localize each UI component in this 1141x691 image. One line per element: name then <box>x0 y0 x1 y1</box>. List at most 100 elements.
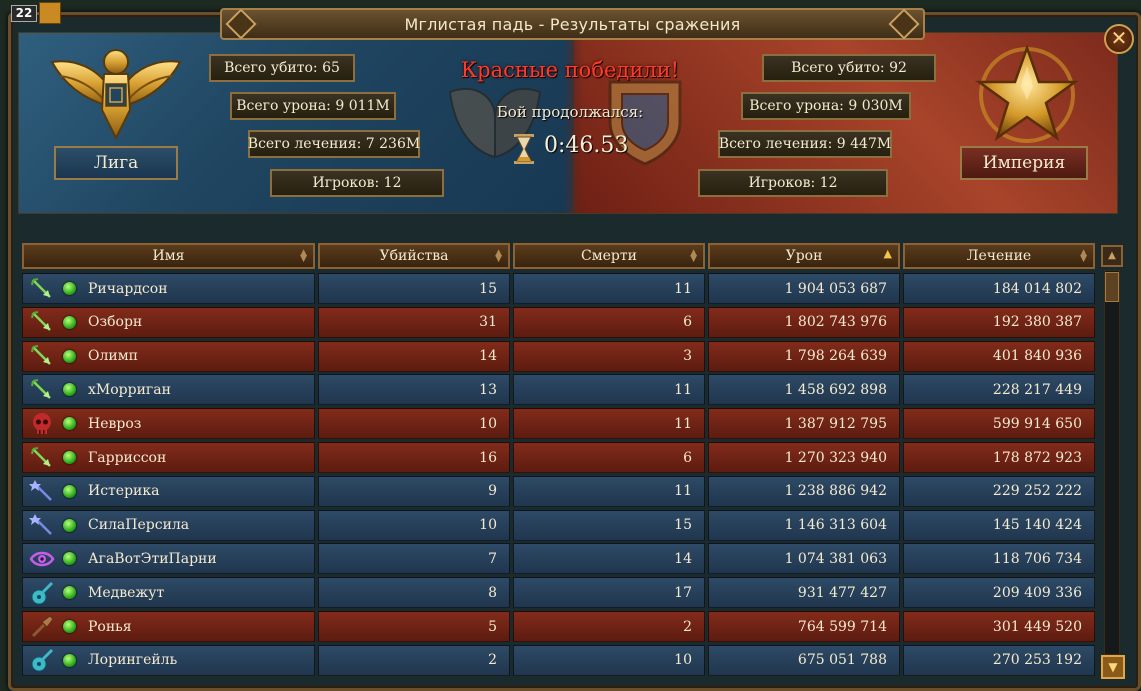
value-healing: 178 872 923 <box>992 449 1082 466</box>
cell-name: Олимп <box>22 340 315 372</box>
column-header-kills[interactable]: Убийства ▲ ▼ <box>318 243 510 269</box>
player-name: Гарриссон <box>88 449 167 466</box>
online-status-icon <box>63 349 76 363</box>
table-row[interactable]: Медвежут 8 17 931 477 427 209 409 336 <box>18 576 1098 609</box>
cell-healing: 229 252 222 <box>903 475 1095 507</box>
warrior-club-icon <box>29 614 55 640</box>
necromancer-skull-icon <box>29 411 55 437</box>
window-title-bar[interactable]: Мглистая падь - Результаты сражения <box>220 8 925 40</box>
value-kills: 7 <box>488 550 497 567</box>
cell-deaths: 2 <box>513 611 705 642</box>
cell-healing: 178 872 923 <box>903 442 1095 473</box>
cell-deaths: 11 <box>513 408 705 440</box>
league-name-plate: Лига <box>54 146 178 180</box>
table-row[interactable]: Гарриссон 16 6 1 270 323 940 178 872 923 <box>18 441 1098 474</box>
player-name: Лорингейль <box>88 652 178 669</box>
player-name: Ричардсон <box>88 280 168 297</box>
value-deaths: 11 <box>674 381 692 398</box>
column-header-damage[interactable]: Урон ▲ <box>708 243 900 269</box>
cell-deaths: 10 <box>513 644 705 676</box>
battle-duration-value: 0:46.53 <box>544 133 629 158</box>
archer-arrow-icon <box>29 445 55 471</box>
value-kills: 9 <box>488 483 497 500</box>
cell-kills: 10 <box>318 509 510 541</box>
cell-kills: 15 <box>318 273 510 304</box>
league-total-healing: Всего лечения: 7 236M <box>248 130 420 158</box>
player-name: СилаПерсила <box>88 517 190 534</box>
value-healing: 270 253 192 <box>992 652 1082 669</box>
value-kills: 8 <box>488 584 497 601</box>
table-row[interactable]: АгаВотЭтиПарни 7 14 1 074 381 063 118 706 73… <box>18 542 1098 575</box>
value-deaths: 15 <box>674 517 692 534</box>
column-header-name[interactable]: Имя ▲ ▼ <box>22 243 315 269</box>
player-avatar[interactable] <box>39 2 61 24</box>
value-healing: 192 380 387 <box>992 314 1082 331</box>
player-name: Ронья <box>88 618 132 635</box>
bard-lute-icon <box>29 647 55 673</box>
scroll-up-button[interactable]: ▲ <box>1101 245 1123 267</box>
player-name: Олимп <box>88 348 138 365</box>
value-healing: 145 140 424 <box>992 517 1082 534</box>
cell-deaths: 15 <box>513 509 705 541</box>
value-deaths: 6 <box>683 314 692 331</box>
table-row[interactable]: Истерика 9 11 1 238 886 942 229 252 222 <box>18 475 1098 508</box>
cell-name: Невроз <box>22 408 315 440</box>
scrollbar-thumb[interactable] <box>1105 272 1119 302</box>
table-row[interactable]: СилаПерсила 10 15 1 146 313 604 145 140 424 <box>18 509 1098 542</box>
league-players-count: Игроков: 12 <box>270 169 444 197</box>
value-deaths: 11 <box>674 483 692 500</box>
value-kills: 31 <box>479 314 497 331</box>
cell-kills: 7 <box>318 543 510 575</box>
cell-damage: 764 599 714 <box>708 611 900 642</box>
cell-healing: 118 706 734 <box>903 543 1095 575</box>
archer-arrow-icon <box>29 377 55 403</box>
cell-name: Гарриссон <box>22 442 315 473</box>
online-status-icon <box>63 451 76 464</box>
value-damage: 1 238 886 942 <box>784 483 887 500</box>
scrollbar-track[interactable] <box>1104 270 1120 655</box>
value-healing: 118 706 734 <box>992 550 1082 567</box>
table-row[interactable]: Ричардсон 15 11 1 904 053 687 184 014 802 <box>18 272 1098 305</box>
value-deaths: 17 <box>674 584 692 601</box>
cell-name: Истерика <box>22 475 315 507</box>
value-deaths: 3 <box>683 348 692 365</box>
table-row[interactable]: хМорриган 13 11 1 458 692 898 228 217 449 <box>18 373 1098 406</box>
bard-lute-icon <box>29 580 55 606</box>
cell-healing: 192 380 387 <box>903 306 1095 338</box>
value-damage: 1 802 743 976 <box>784 314 887 331</box>
table-row[interactable]: Невроз 10 11 1 387 912 795 599 914 650 <box>18 407 1098 440</box>
column-header-healing[interactable]: Лечение ▲ ▼ <box>903 243 1095 269</box>
online-status-icon <box>63 620 76 633</box>
table-row[interactable]: Ронья 5 2 764 599 714 301 449 520 <box>18 610 1098 643</box>
scroll-down-button[interactable]: ▼ <box>1101 655 1125 679</box>
cell-name: Медвежут <box>22 577 315 609</box>
value-damage: 1 146 313 604 <box>784 517 887 534</box>
archer-arrow-icon <box>29 276 55 302</box>
table-row[interactable]: Лорингейль 2 10 675 051 788 270 253 192 <box>18 644 1098 677</box>
value-deaths: 11 <box>674 280 692 297</box>
cell-deaths: 11 <box>513 475 705 507</box>
value-damage: 1 270 323 940 <box>784 449 887 466</box>
close-button[interactable]: ✕ <box>1104 24 1134 54</box>
league-total-damage: Всего урона: 9 011M <box>230 92 396 120</box>
value-healing: 301 449 520 <box>992 618 1082 635</box>
mage-staff-icon <box>29 478 55 504</box>
column-name-label: Имя <box>152 248 185 264</box>
archer-arrow-icon <box>29 343 55 369</box>
column-header-deaths[interactable]: Смерти ▲ ▼ <box>513 243 705 269</box>
table-row[interactable]: Озборн 31 6 1 802 743 976 192 380 387 <box>18 306 1098 339</box>
cell-healing: 228 217 449 <box>903 374 1095 406</box>
league-total-kills: Всего убито: 65 <box>209 54 355 82</box>
table-row[interactable]: Олимп 14 3 1 798 264 639 401 840 936 <box>18 340 1098 373</box>
hourglass-icon <box>514 134 534 164</box>
players-table: Имя ▲ ▼ Убийства ▲ ▼ Смерти ▲ ▼ Урон ▲ Лече… <box>18 238 1098 680</box>
value-damage: 1 074 381 063 <box>784 550 887 567</box>
cell-healing: 184 014 802 <box>903 273 1095 304</box>
value-healing: 401 840 936 <box>992 348 1082 365</box>
online-status-icon <box>63 383 76 397</box>
online-status-icon <box>63 586 76 600</box>
value-damage: 1 798 264 639 <box>784 348 887 365</box>
cell-kills: 10 <box>318 408 510 440</box>
value-kills: 15 <box>479 280 497 297</box>
cell-kills: 31 <box>318 306 510 338</box>
